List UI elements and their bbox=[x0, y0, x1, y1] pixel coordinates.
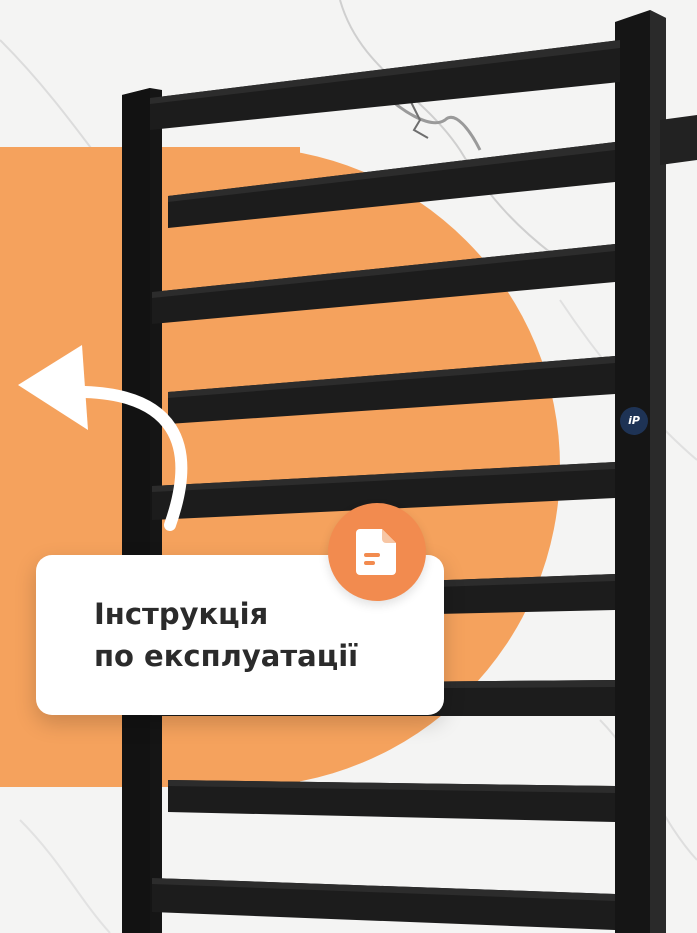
instruction-title: Інструкція по експлуатації bbox=[94, 593, 358, 677]
brand-logo: iP bbox=[620, 407, 648, 435]
instruction-title-line-1: Інструкція bbox=[94, 597, 269, 631]
instruction-title-line-2: по експлуатації bbox=[94, 639, 359, 673]
towel-radiator-image bbox=[122, 10, 697, 933]
document-badge[interactable] bbox=[328, 503, 426, 601]
document-icon bbox=[356, 529, 396, 575]
hero-scene: iP Інструкція по експлуатації bbox=[0, 0, 697, 933]
